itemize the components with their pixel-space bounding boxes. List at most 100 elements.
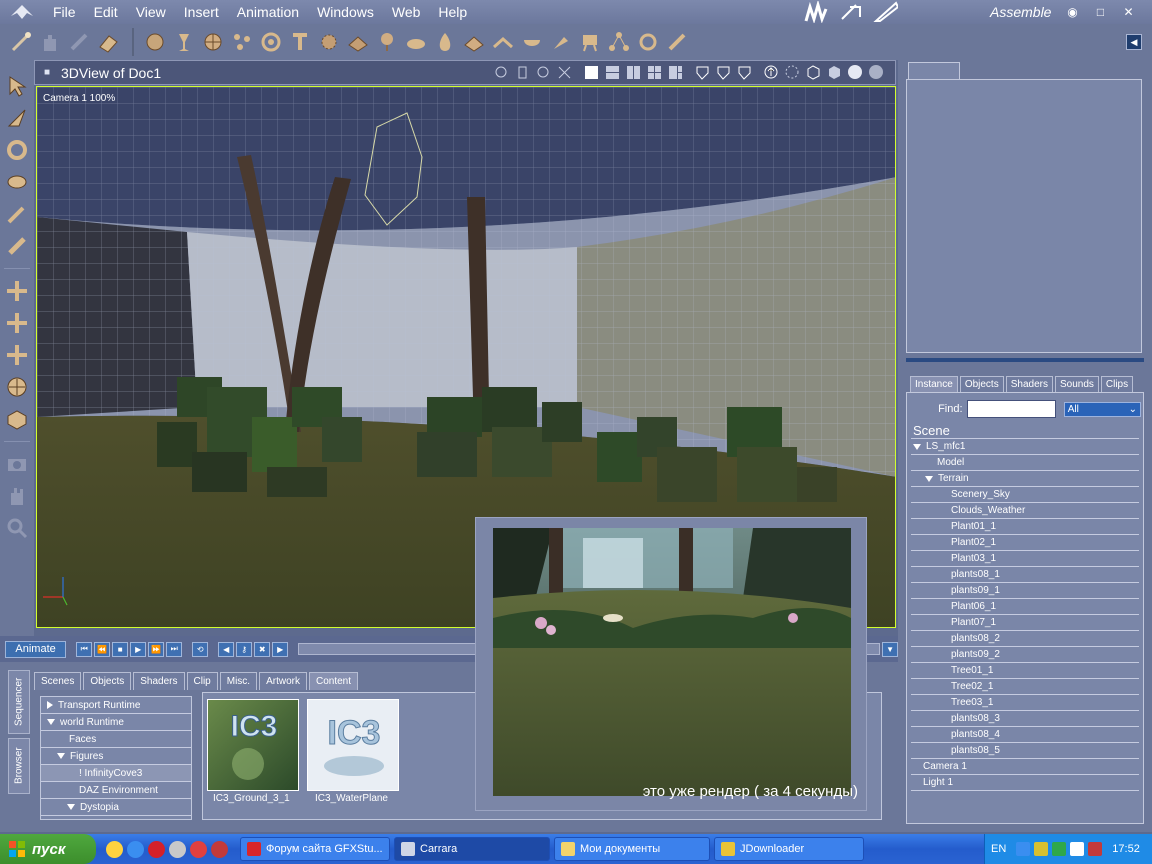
scene-item[interactable]: plants09_1 xyxy=(911,583,1139,599)
bluetooth-icon[interactable] xyxy=(1016,842,1031,856)
text-tool-icon[interactable] xyxy=(287,29,313,55)
collapse-arrow-icon[interactable] xyxy=(925,475,933,482)
menu-file[interactable]: File xyxy=(44,4,85,20)
menu-view[interactable]: View xyxy=(127,4,175,20)
nav-grid-icon[interactable] xyxy=(556,64,573,81)
layout-split-v-icon[interactable] xyxy=(625,64,642,81)
scene-item[interactable]: Clouds_Weather xyxy=(911,503,1139,519)
scene-item[interactable]: Tree01_1 xyxy=(911,663,1139,679)
content-thumbnail[interactable]: IC3 xyxy=(307,699,399,791)
at-icon[interactable] xyxy=(169,840,186,858)
link-icon[interactable] xyxy=(0,230,34,262)
scene-item[interactable]: LS_mfc1 xyxy=(911,439,1139,455)
filter-select[interactable]: All ⌄ xyxy=(1063,401,1142,417)
tab-clip[interactable]: Clip xyxy=(186,672,218,690)
scene-item[interactable]: Plant02_1 xyxy=(911,535,1139,551)
side-tab-browser[interactable]: Browser xyxy=(8,738,30,794)
scene-item[interactable]: plants08_1 xyxy=(911,567,1139,583)
tree-item[interactable]: Transport Runtime xyxy=(41,697,191,714)
goblet-icon[interactable] xyxy=(171,29,197,55)
cloud-icon[interactable] xyxy=(403,29,429,55)
terrain-icon[interactable] xyxy=(345,29,371,55)
rotate-icon[interactable] xyxy=(0,134,34,166)
view-close-icon[interactable]: ■ xyxy=(41,67,53,79)
tree-item[interactable]: world Runtime xyxy=(41,714,191,731)
tree-item[interactable]: Dystopia xyxy=(41,799,191,816)
rewind-icon[interactable]: ⏪ xyxy=(94,641,111,657)
scene-item[interactable]: Tree02_1 xyxy=(911,679,1139,695)
tab-misc[interactable]: Misc. xyxy=(219,672,258,690)
tab-objects[interactable]: Objects xyxy=(959,376,1004,392)
tab-artwork[interactable]: Artwork xyxy=(259,672,307,690)
hierarchy-icon[interactable] xyxy=(606,29,632,55)
nav-walk-icon[interactable] xyxy=(493,64,510,81)
tab-shaders[interactable]: Shaders xyxy=(133,672,185,690)
content-thumbnail[interactable]: IC3 xyxy=(207,699,299,791)
scene-item[interactable]: plants08_3 xyxy=(911,711,1139,727)
collapse-arrow-icon[interactable] xyxy=(913,443,921,450)
fire-icon[interactable] xyxy=(432,29,458,55)
menu-edit[interactable]: Edit xyxy=(85,4,127,20)
scene-item[interactable]: plants08_2 xyxy=(911,631,1139,647)
layout-three-icon[interactable] xyxy=(667,64,684,81)
loop-icon[interactable]: ⟲ xyxy=(192,641,209,657)
carrara-logo-icon[interactable] xyxy=(0,0,44,24)
nav-group-icon[interactable] xyxy=(535,64,552,81)
scene-item[interactable]: Plant01_1 xyxy=(911,519,1139,535)
properties-tab[interactable] xyxy=(908,62,960,80)
flat-shaded-icon[interactable] xyxy=(826,64,843,81)
nav-tree-icon[interactable] xyxy=(514,64,531,81)
magic-wand-icon[interactable] xyxy=(8,29,34,55)
move-yz-icon[interactable] xyxy=(0,339,34,371)
direct-select-icon[interactable] xyxy=(0,102,34,134)
task-gfxstudy[interactable]: Форум сайта GFXStu... xyxy=(240,837,390,861)
bowl-icon[interactable] xyxy=(519,29,545,55)
scene-item[interactable]: plants08_4 xyxy=(911,727,1139,743)
scale-icon[interactable] xyxy=(0,166,34,198)
tab-scenes[interactable]: Scenes xyxy=(34,672,82,690)
model-room-icon[interactable] xyxy=(836,1,866,23)
collapse-arrow-icon[interactable] xyxy=(67,804,75,810)
tree-item[interactable]: Faces xyxy=(41,731,191,748)
panel-toggle-icon[interactable]: ◀ xyxy=(1126,34,1142,50)
scene-item[interactable]: Plant03_1 xyxy=(911,551,1139,567)
bone-tool-icon[interactable] xyxy=(66,29,92,55)
move-xy-icon[interactable] xyxy=(0,275,34,307)
scene-item[interactable]: Light 1 xyxy=(911,775,1139,791)
render-preview-window[interactable]: это уже рендер ( за 4 секунды) xyxy=(475,517,867,811)
layout-quad-icon[interactable] xyxy=(646,64,663,81)
menu-animation[interactable]: Animation xyxy=(228,4,308,20)
shield-all-icon[interactable] xyxy=(694,64,711,81)
particles-icon[interactable] xyxy=(316,29,342,55)
expand-arrow-icon[interactable] xyxy=(47,701,53,709)
collapse-arrow-icon[interactable] xyxy=(57,753,65,759)
go-start-icon[interactable]: ⏮ xyxy=(76,641,93,657)
bone-icon[interactable] xyxy=(664,29,690,55)
app-icon[interactable] xyxy=(190,840,207,858)
camera-icon[interactable] xyxy=(0,448,34,480)
delete-key-icon[interactable]: ✖ xyxy=(254,641,271,657)
box-move-icon[interactable] xyxy=(0,403,34,435)
pan-hand-icon[interactable] xyxy=(0,480,34,512)
play-icon[interactable]: ▶ xyxy=(130,641,147,657)
pen-icon[interactable] xyxy=(0,198,34,230)
scene-item[interactable]: Model xyxy=(911,455,1139,471)
info-icon[interactable] xyxy=(106,840,123,858)
sphere-icon[interactable] xyxy=(142,29,168,55)
tab-objects[interactable]: Objects xyxy=(83,672,132,690)
molecule-icon[interactable] xyxy=(229,29,255,55)
move-xz-icon[interactable] xyxy=(0,307,34,339)
grid-plane-icon[interactable] xyxy=(490,29,516,55)
eye-icon[interactable]: ◉ xyxy=(1065,5,1079,19)
tab-clips[interactable]: Clips xyxy=(1100,376,1134,392)
panel-splitter[interactable] xyxy=(906,358,1144,362)
ring-icon[interactable] xyxy=(635,29,661,55)
next-key-icon[interactable]: ▶ xyxy=(272,641,289,657)
menu-windows[interactable]: Windows xyxy=(308,4,383,20)
language-indicator[interactable]: EN xyxy=(991,843,1006,855)
bounding-box-icon[interactable] xyxy=(784,64,801,81)
textured-icon[interactable] xyxy=(868,64,885,81)
tree-item-selected[interactable]: ! InfinityCove3 xyxy=(41,765,191,782)
camera-figure-icon[interactable] xyxy=(577,29,603,55)
grab-hand-icon[interactable] xyxy=(37,29,63,55)
